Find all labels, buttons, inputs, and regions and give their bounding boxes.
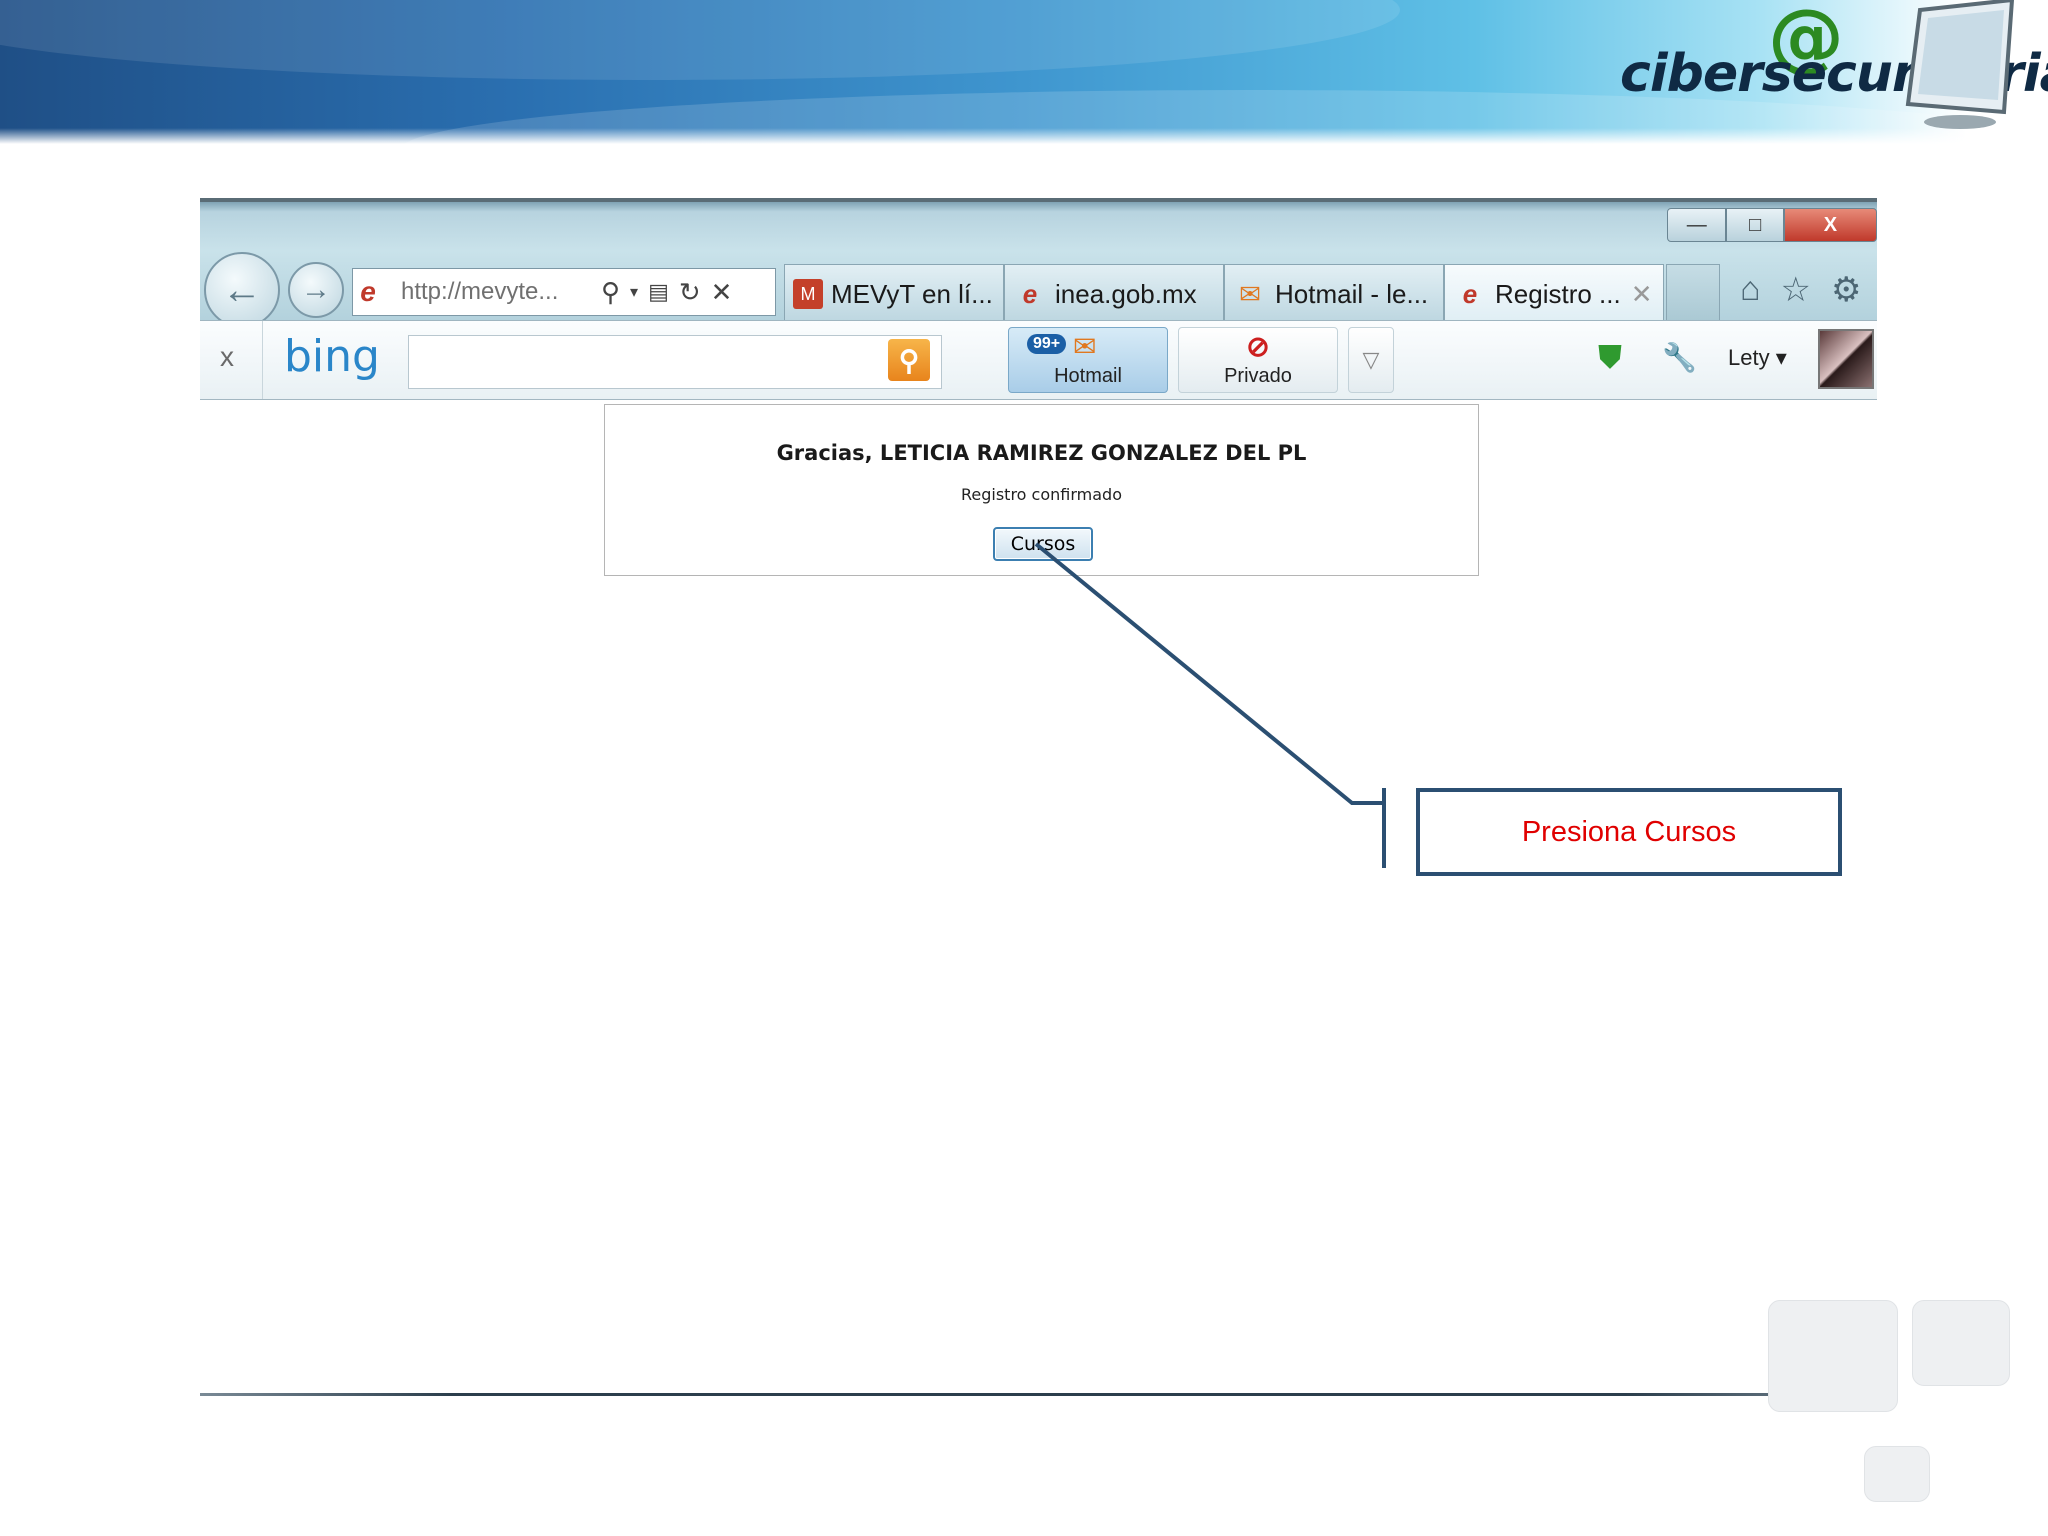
decorative-square bbox=[1768, 1300, 1898, 1412]
footer-divider bbox=[200, 1393, 1877, 1396]
decorative-square bbox=[1864, 1446, 1930, 1502]
decorative-square bbox=[1912, 1300, 2010, 1386]
slide: @ cibersecundaria — □ X ← → e http://mev… bbox=[0, 0, 2048, 1536]
callout-box: Presiona Cursos bbox=[1416, 788, 1842, 876]
callout-connector bbox=[1034, 542, 1386, 868]
